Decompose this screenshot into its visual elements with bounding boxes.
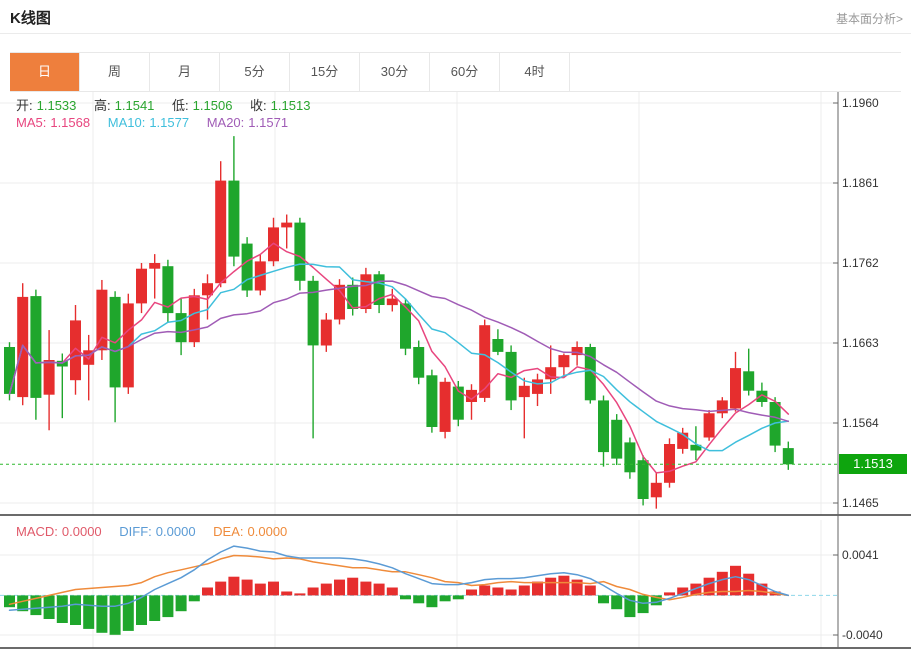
tab-4hour[interactable]: 4时	[500, 53, 570, 91]
fundamental-analysis-link[interactable]: 基本面分析>	[836, 10, 903, 27]
ohlc-legend: 开: 1.1533 高: 1.1541 低: 1.1506 收: 1.1513	[16, 95, 314, 114]
ma5-value: 1.1568	[50, 115, 90, 130]
svg-text:1.1465: 1.1465	[842, 496, 879, 510]
high-value: 1.1541	[115, 98, 155, 113]
svg-text:1.1762: 1.1762	[842, 256, 879, 270]
low-label: 低:	[172, 98, 189, 113]
open-label: 开:	[16, 98, 33, 113]
macd-value: 0.0000	[62, 524, 102, 539]
current-price-badge: 1.1513	[839, 454, 907, 474]
close-label: 收:	[250, 98, 267, 113]
header: K线图 基本面分析>	[0, 0, 911, 34]
open-value: 1.1533	[37, 98, 77, 113]
kline-page: { "header": { "title": "K线图", "analysis_…	[0, 0, 911, 650]
diff-value: 0.0000	[156, 524, 196, 539]
tab-day[interactable]: 日	[10, 53, 80, 91]
macd-legend: MACD: 0.0000 DIFF: 0.0000 DEA: 0.0000	[16, 524, 291, 539]
tab-60min[interactable]: 60分	[430, 53, 500, 91]
ma10-value: 1.1577	[149, 115, 189, 130]
tab-30min[interactable]: 30分	[360, 53, 430, 91]
svg-text:-0.0040: -0.0040	[842, 628, 883, 642]
ma20-label: MA20:	[207, 115, 245, 130]
ma-legend: MA5: 1.1568 MA10:1.1577 MA20:1.1571	[16, 115, 292, 130]
tab-week[interactable]: 周	[80, 53, 150, 91]
axes	[0, 88, 911, 648]
svg-text:1.1861: 1.1861	[842, 176, 879, 190]
candlesticks	[4, 136, 794, 509]
period-tab-bar: 日 周 月 5分 15分 30分 60分 4时	[10, 52, 901, 92]
tab-5min[interactable]: 5分	[220, 53, 290, 91]
svg-text:1.1663: 1.1663	[842, 336, 879, 350]
svg-text:1.1960: 1.1960	[842, 96, 879, 110]
page-title: K线图	[10, 7, 51, 28]
low-value: 1.1506	[193, 98, 233, 113]
svg-text:1.1564: 1.1564	[842, 416, 879, 430]
tab-month[interactable]: 月	[150, 53, 220, 91]
diff-label: DIFF:	[119, 524, 152, 539]
svg-text:0.0041: 0.0041	[842, 548, 879, 562]
high-label: 高:	[94, 98, 111, 113]
tab-15min[interactable]: 15分	[290, 53, 360, 91]
ma5-label: MA5:	[16, 115, 46, 130]
dea-value: 0.0000	[248, 524, 288, 539]
ma10-label: MA10:	[108, 115, 146, 130]
macd-label: MACD:	[16, 524, 58, 539]
close-value: 1.1513	[271, 98, 311, 113]
dea-label: DEA:	[213, 524, 243, 539]
ma20-value: 1.1571	[248, 115, 288, 130]
axis-labels: 1.1960 1.1861 1.1762 1.1663 1.1564 1.1465 0.00…	[842, 96, 883, 642]
